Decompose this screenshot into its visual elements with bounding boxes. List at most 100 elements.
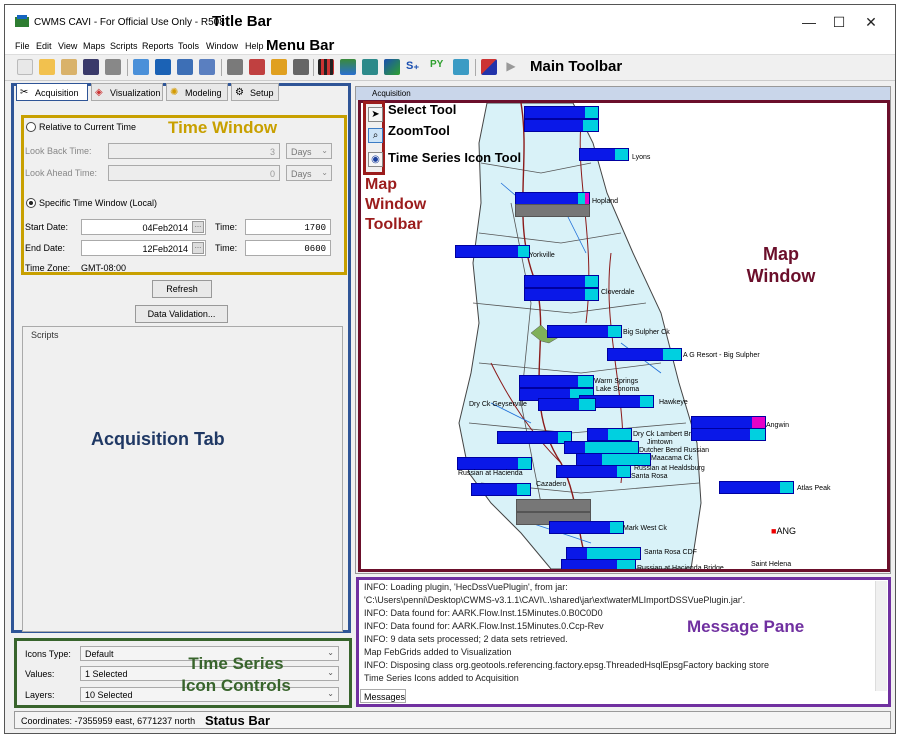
open-folder-icon[interactable] xyxy=(39,59,55,75)
minimize-button[interactable]: — xyxy=(801,14,817,30)
modeling-icon[interactable] xyxy=(271,59,287,75)
data-validation-button[interactable]: Data Validation... xyxy=(135,305,228,323)
menu-file[interactable]: File xyxy=(15,41,30,51)
site-label: Saint Helena xyxy=(751,561,792,568)
open-folder-2-icon[interactable] xyxy=(61,59,77,75)
ts-icon[interactable] xyxy=(579,148,629,161)
menu-bar-callout: Menu Bar xyxy=(266,37,335,54)
layout-icon[interactable] xyxy=(177,59,193,75)
map-layer-icon[interactable] xyxy=(340,59,356,75)
ts-icon[interactable] xyxy=(524,275,599,288)
ts-icon[interactable] xyxy=(719,481,794,494)
message-line: INFO: 9 data sets processed; 2 data sets… xyxy=(364,634,568,644)
zoom-tool-icon[interactable]: ⌕ xyxy=(368,128,383,143)
calculator-icon[interactable] xyxy=(453,59,469,75)
new-icon[interactable] xyxy=(17,59,33,75)
toolbar-separator xyxy=(475,59,476,76)
tab-label: Acquisition xyxy=(35,88,79,98)
calendar-icon[interactable]: … xyxy=(192,221,204,233)
windows-icon[interactable] xyxy=(199,59,215,75)
ts-icon[interactable] xyxy=(524,106,599,119)
menu-tools[interactable]: Tools xyxy=(178,41,199,51)
menu-scripts[interactable]: Scripts xyxy=(110,41,138,51)
specific-time-radio[interactable] xyxy=(26,198,36,208)
ts-icon[interactable] xyxy=(524,119,599,132)
look-ahead-label: Look Ahead Time: xyxy=(25,168,98,178)
chart-icon[interactable] xyxy=(249,59,265,75)
maximize-button[interactable]: ☐ xyxy=(831,14,847,31)
icon-controls-callout: Time Series Icon Controls xyxy=(171,653,301,697)
ts-icon-missing[interactable] xyxy=(515,204,590,217)
sync-icon[interactable] xyxy=(155,59,171,75)
ts-icon[interactable] xyxy=(607,348,682,361)
message-scrollbar[interactable] xyxy=(875,581,887,691)
toolbar-separator xyxy=(313,59,314,76)
print-icon[interactable] xyxy=(105,59,121,75)
menu-reports[interactable]: Reports xyxy=(142,41,174,51)
map-toolbar-callout: Map Window Toolbar xyxy=(365,175,426,235)
grid-table-icon[interactable] xyxy=(318,59,334,75)
menu-window[interactable]: Window xyxy=(206,41,238,51)
site-label: Warm Springs xyxy=(594,378,639,385)
play-icon[interactable]: ▶ xyxy=(503,59,519,75)
ts-icon[interactable] xyxy=(547,325,622,338)
ts-icon[interactable] xyxy=(561,559,636,569)
select-tool-icon[interactable]: ➤ xyxy=(368,107,383,122)
ts-icon-missing[interactable] xyxy=(516,499,591,512)
relative-time-radio[interactable] xyxy=(26,122,36,132)
app-icon xyxy=(15,15,29,27)
site-label: Russian at Hacienda Bridge xyxy=(637,565,724,572)
map-canvas[interactable]: Lyons Hopland Yorkville Cloverdale Big S… xyxy=(358,100,890,572)
menu-maps[interactable]: Maps xyxy=(83,41,105,51)
gear-icon[interactable] xyxy=(293,59,309,75)
look-ahead-unit-select[interactable]: Days ⌄ xyxy=(286,165,332,181)
time-series-icon-tool-icon[interactable]: ◉ xyxy=(368,152,383,167)
ts-icon[interactable] xyxy=(519,375,594,388)
end-time-input[interactable]: 0600 xyxy=(245,240,331,256)
menu-edit[interactable]: Edit xyxy=(36,41,52,51)
tab-setup[interactable]: ⚙ Setup xyxy=(231,83,279,101)
end-date-input[interactable]: 12Feb2014… xyxy=(81,240,206,256)
ts-icon[interactable] xyxy=(524,288,599,301)
start-date-input[interactable]: 04Feb2014… xyxy=(81,219,206,235)
hydrograph-icon[interactable] xyxy=(481,59,497,75)
plot-icon[interactable] xyxy=(384,59,400,75)
look-back-input[interactable]: 3 xyxy=(108,143,280,159)
ts-icon[interactable] xyxy=(457,457,532,470)
chevron-down-icon: ⌄ xyxy=(321,168,328,177)
ts-icon[interactable] xyxy=(538,398,596,411)
ts-icon[interactable] xyxy=(556,465,631,478)
menu-help[interactable]: Help xyxy=(245,41,264,51)
calendar-icon[interactable]: … xyxy=(192,242,204,254)
s-plus-icon[interactable]: S₊ xyxy=(406,59,422,75)
look-ahead-input[interactable]: 0 xyxy=(108,165,280,181)
ts-icon[interactable] xyxy=(549,521,624,534)
modeling-icon: ✺ xyxy=(170,87,179,98)
scissors-icon[interactable] xyxy=(227,59,243,75)
time-series-icon[interactable] xyxy=(362,59,378,75)
network-icon[interactable] xyxy=(133,59,149,75)
look-back-unit-select[interactable]: Days ⌄ xyxy=(286,143,332,159)
site-label: Hopland xyxy=(592,198,619,205)
refresh-button[interactable]: Refresh xyxy=(152,280,212,298)
tab-modeling[interactable]: ✺ Modeling xyxy=(166,83,228,101)
ts-icon[interactable] xyxy=(471,483,531,496)
messages-tab[interactable]: Messages xyxy=(360,689,406,703)
values-value: 1 Selected xyxy=(85,669,128,679)
tab-label: Modeling xyxy=(185,88,222,98)
callout-line: Window xyxy=(365,196,427,213)
menu-view[interactable]: View xyxy=(58,41,77,51)
tab-visualization[interactable]: ◈ Visualization xyxy=(91,83,163,101)
start-time-label: Time: xyxy=(215,222,238,232)
ts-icon[interactable] xyxy=(497,431,572,444)
start-time-input[interactable]: 1700 xyxy=(245,219,331,235)
save-icon[interactable] xyxy=(83,59,99,75)
site-label: Dry Ck Lambert Br xyxy=(633,431,691,438)
ts-icon[interactable] xyxy=(587,428,632,441)
map-window-callout: Map Window xyxy=(741,243,821,287)
close-button[interactable]: ✕ xyxy=(863,14,879,31)
ts-icon[interactable] xyxy=(691,428,766,441)
python-icon[interactable]: PY xyxy=(430,59,446,75)
tab-acquisition[interactable]: ✂ Acquisition xyxy=(16,83,88,101)
ts-icon[interactable] xyxy=(455,245,530,258)
